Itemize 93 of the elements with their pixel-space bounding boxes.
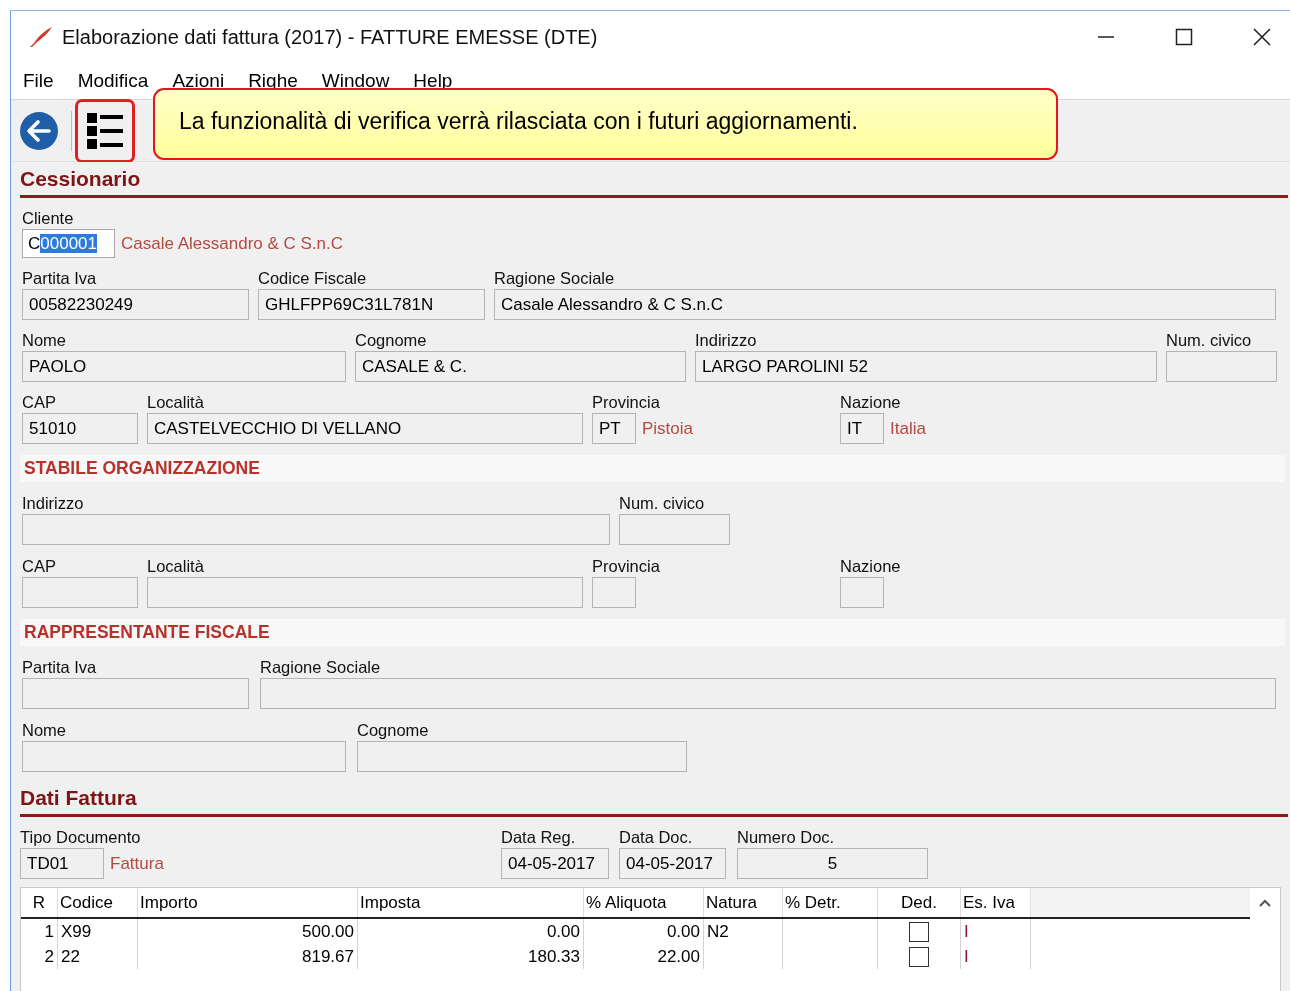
text-field[interactable] [619, 514, 730, 545]
column-header[interactable]: % Detr. [782, 888, 878, 918]
field-label: CAP [22, 392, 56, 412]
field-description: Casale Alessandro & C S.n.C [121, 233, 344, 254]
field-label: Partita Iva [22, 657, 97, 677]
text-field[interactable] [260, 678, 1276, 709]
text-field[interactable] [1166, 351, 1277, 382]
maximize-icon[interactable] [1174, 27, 1194, 47]
table-cell: 22 [57, 944, 138, 969]
column-header[interactable]: R [21, 888, 58, 918]
app-icon [28, 25, 54, 49]
field-label: Nome [22, 330, 66, 350]
text-selection: 000001 [40, 234, 97, 253]
table-cell: I [960, 918, 1031, 944]
text-field[interactable]: LARGO PAROLINI 52 [695, 351, 1157, 382]
text-field[interactable]: CASALE & C. [355, 351, 686, 382]
text-field[interactable] [22, 514, 610, 545]
field-label: Provincia [592, 556, 660, 576]
text-field[interactable]: PAOLO [22, 351, 346, 382]
text-field[interactable] [840, 577, 884, 608]
table-cell: 180.33 [357, 944, 584, 969]
field-label: Numero Doc. [737, 827, 835, 847]
field-description: Pistoia [642, 418, 694, 439]
table-cell: 0.00 [583, 918, 704, 944]
field-label: Località [147, 556, 204, 576]
field-label: Cognome [355, 330, 427, 350]
field-label: Data Reg. [501, 827, 576, 847]
callout-message: La funzionalità di verifica verrà rilasciata con i futuri aggiornamenti. [153, 88, 1058, 160]
table-cell: 22.00 [583, 944, 704, 969]
text-field[interactable]: Casale Alessandro & C S.n.C [494, 289, 1276, 320]
table-cell: 2 [21, 944, 58, 969]
text-field[interactable]: CASTELVECCHIO DI VELLANO [147, 413, 583, 444]
text-field[interactable]: 51010 [22, 413, 138, 444]
field-label: Tipo Documento [20, 827, 141, 847]
column-header[interactable]: Importo [137, 888, 358, 918]
text-field[interactable] [22, 678, 249, 709]
subsection-header: RAPPRESENTANTE FISCALE [20, 619, 1285, 646]
text-field[interactable] [147, 577, 583, 608]
text-field[interactable] [22, 577, 138, 608]
table-cell: 0.00 [357, 918, 584, 944]
column-header[interactable]: Imposta [357, 888, 584, 918]
table-cell: X99 [57, 918, 138, 944]
text-field[interactable] [592, 577, 636, 608]
table-cell: 500.00 [137, 918, 358, 944]
field-label: Località [147, 392, 204, 412]
field-label: Num. civico [619, 493, 705, 513]
text-field[interactable]: 04-05-2017 [501, 848, 609, 879]
field-label: Indirizzo [695, 330, 757, 350]
table-cell: I [960, 944, 1031, 969]
text-field[interactable] [357, 741, 687, 772]
checkbox[interactable] [909, 946, 929, 967]
field-label: Provincia [592, 392, 660, 412]
column-header[interactable]: % Aliquota [583, 888, 704, 918]
field-label: Nazione [840, 392, 901, 412]
field-label: Ragione Sociale [260, 657, 381, 677]
window-title: Elaborazione dati fattura (2017) - FATTURE EMESSE (DTE) [62, 25, 598, 49]
text-field[interactable] [22, 741, 346, 772]
menu-item[interactable]: Modifica [77, 70, 149, 92]
field-label: Num. civico [1166, 330, 1252, 350]
close-icon[interactable] [1252, 27, 1272, 47]
column-header[interactable]: Natura [703, 888, 783, 918]
text-field[interactable]: IT [840, 413, 884, 444]
checkbox[interactable] [909, 921, 929, 942]
table-cell: N2 [703, 918, 783, 944]
column-header[interactable]: Ded. [877, 888, 961, 918]
text-field[interactable]: 00582230249 [22, 289, 249, 320]
text-field[interactable]: 04-05-2017 [619, 848, 726, 879]
field-label: Cognome [357, 720, 429, 740]
section-heading: Dati Fattura [20, 785, 137, 811]
field-label: Indirizzo [22, 493, 84, 513]
field-label: Data Doc. [619, 827, 693, 847]
field-label: Partita Iva [22, 268, 97, 288]
field-label: CAP [22, 556, 56, 576]
table-cell: 1 [21, 918, 58, 944]
field-label: Nome [22, 720, 66, 740]
field-label: Ragione Sociale [494, 268, 615, 288]
field-label: Cliente [22, 208, 74, 228]
table-cell: 819.67 [137, 944, 358, 969]
text-field[interactable]: GHLFPP69C31L781N [258, 289, 485, 320]
scroll-up-icon[interactable] [1258, 898, 1272, 908]
text-field[interactable]: 5 [737, 848, 928, 879]
list-icon [86, 111, 124, 150]
section-heading: Cessionario [20, 166, 141, 192]
subsection-header: STABILE ORGANIZZAZIONE [20, 455, 1285, 482]
field-label: Nazione [840, 556, 901, 576]
field-description: Italia [890, 418, 926, 439]
text-field[interactable]: TD01 [20, 848, 104, 879]
column-header[interactable]: Codice [57, 888, 138, 918]
text-field[interactable]: C000001 [22, 229, 115, 258]
field-description: Fattura [110, 853, 164, 874]
text-field[interactable]: PT [592, 413, 636, 444]
field-label: Codice Fiscale [258, 268, 367, 288]
menu-item[interactable]: File [23, 70, 54, 92]
